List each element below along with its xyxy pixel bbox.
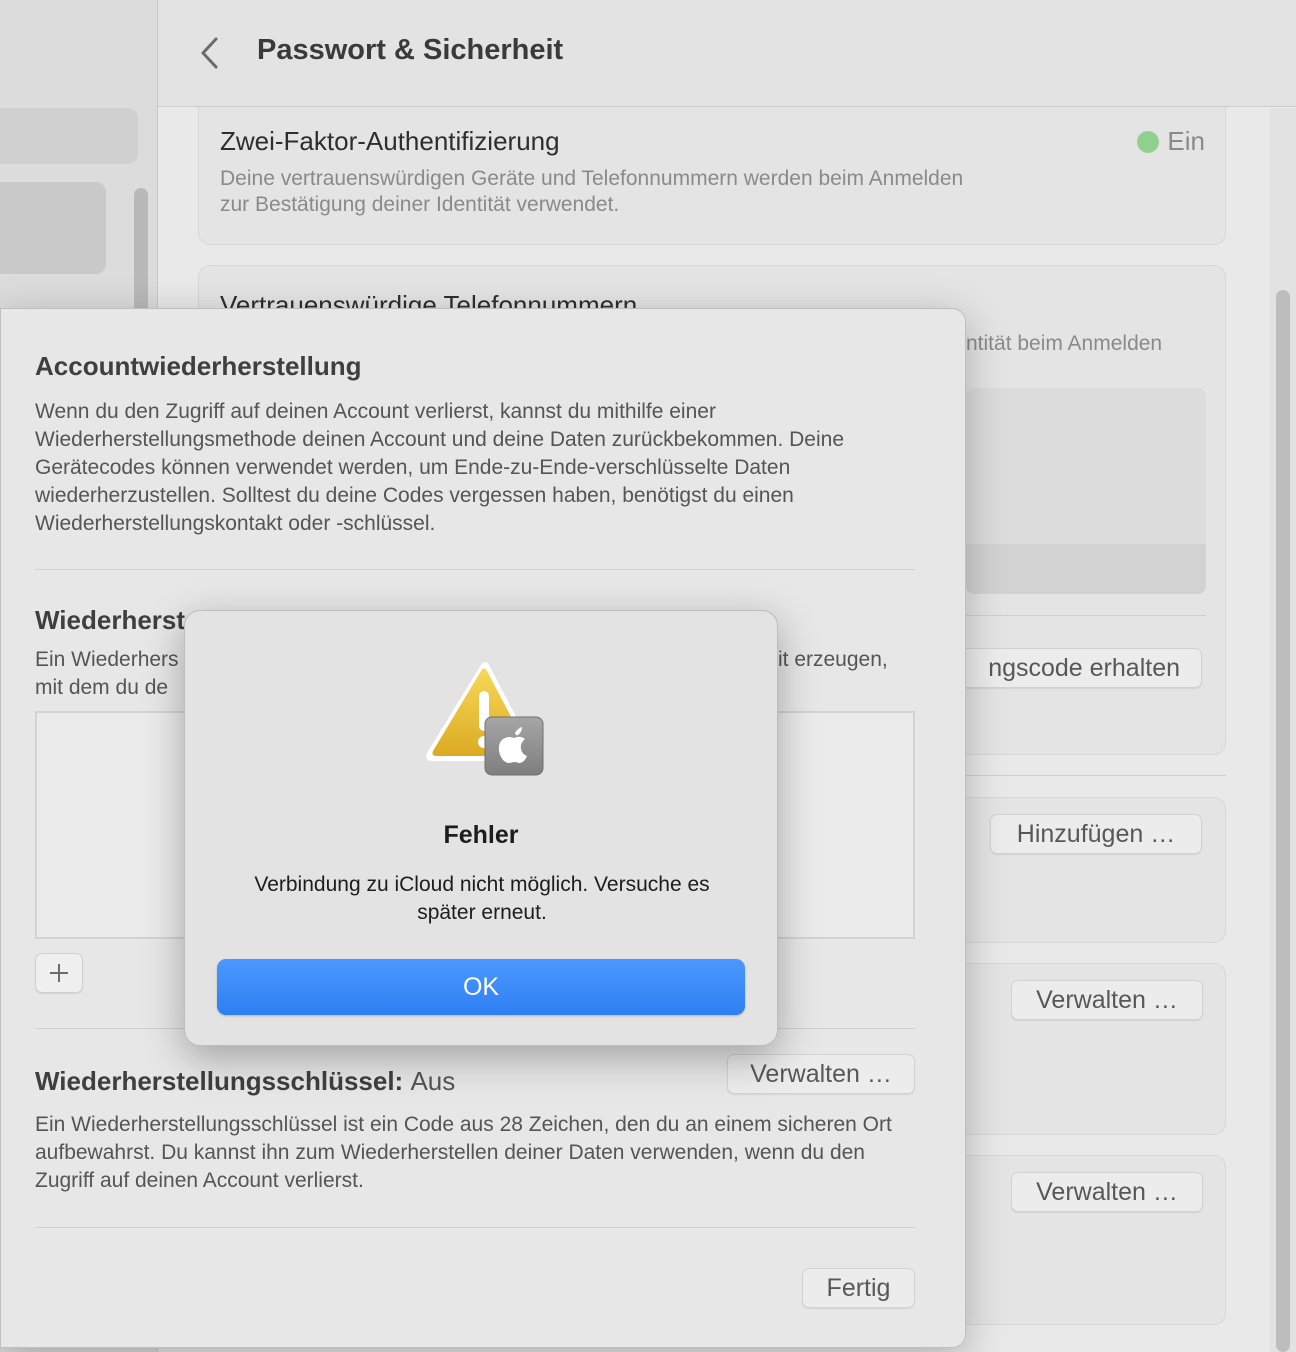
ok-button[interactable]: OK <box>217 959 745 1015</box>
two-factor-card: Zwei-Faktor-Authentifizierung Ein Deine … <box>198 95 1226 245</box>
alert-message: Verbindung zu iCloud nicht möglich. Vers… <box>254 873 710 924</box>
manage-button[interactable]: Verwalten … <box>1011 980 1203 1020</box>
get-verification-code-button[interactable]: ngscode erhalten <box>960 648 1202 688</box>
trusted-phones-description: ntität beim Anmelden <box>966 332 1163 355</box>
sidebar-selected-item[interactable] <box>0 182 106 274</box>
manage-button[interactable]: Verwalten … <box>1011 1172 1203 1212</box>
done-button[interactable]: Fertig <box>802 1268 915 1308</box>
titlebar: Passwort & Sicherheit <box>158 0 1296 107</box>
warning-apple-icon <box>426 662 544 776</box>
sidebar-search-field[interactable] <box>0 108 138 164</box>
recovery-key-description: Ein Wiederherstellungsschlüssel ist ein … <box>35 1113 892 1192</box>
recovery-key-label: Wiederherstellungsschlüssel: <box>35 1066 404 1096</box>
recovery-contacts-desc-right: it erzeugen, <box>778 648 888 671</box>
divider <box>35 1227 915 1228</box>
recovery-key-title: Wiederherstellungsschlüssel: Aus <box>35 1066 455 1097</box>
sheet-intro: Wenn du den Zugriff auf deinen Account v… <box>35 400 844 535</box>
two-factor-status-label: Ein <box>1167 126 1205 156</box>
recovery-contacts-title: Wiederherst <box>35 605 186 635</box>
main-scrollbar[interactable] <box>1276 290 1290 1352</box>
add-contact-button[interactable] <box>35 953 83 993</box>
status-dot-icon <box>1137 130 1160 153</box>
recovery-key-manage-button[interactable]: Verwalten … <box>727 1054 915 1094</box>
recovery-key-status: Aus <box>410 1066 456 1096</box>
alert-title: Fehler <box>443 821 519 849</box>
recovery-contacts-desc-left: Ein Wiederhers <box>35 648 179 671</box>
chevron-left-icon[interactable] <box>198 36 222 70</box>
sheet-title: Accountwiederherstellung <box>35 351 362 381</box>
plus-icon <box>50 964 68 982</box>
trusted-phones-list[interactable] <box>966 388 1206 594</box>
recovery-contacts-desc-left-2: mit dem du de <box>35 676 169 699</box>
two-factor-description: Deine vertrauenswürdigen Geräte und Tele… <box>220 167 964 216</box>
error-alert: Fehler Verbindung zu iCloud nicht möglic… <box>184 610 778 1046</box>
two-factor-title: Zwei-Faktor-Authentifizierung <box>220 126 560 156</box>
add-button[interactable]: Hinzufügen … <box>990 814 1202 854</box>
page-title: Passwort & Sicherheit <box>257 34 564 66</box>
two-factor-status: Ein <box>1137 126 1205 157</box>
divider <box>35 569 915 570</box>
sidebar-scrollbar[interactable] <box>134 188 148 318</box>
divider <box>966 615 1206 616</box>
